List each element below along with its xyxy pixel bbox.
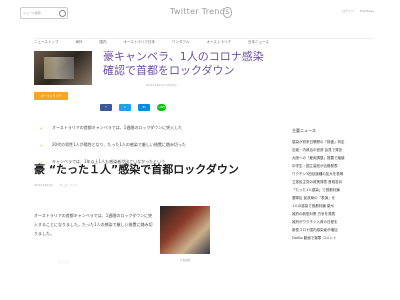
article-image[interactable] xyxy=(160,206,210,254)
search-input[interactable]: ニュース検索 xyxy=(20,7,68,19)
nav-item[interactable]: ワンダフル xyxy=(172,37,190,47)
sidebar-news-item[interactable]: 立憲民主党の政策発表 首相答弁 xyxy=(292,178,378,186)
key-point: ✔ オーストラリアの首都キャンベラでは、1週間のロックダウンに突入した xyxy=(40,124,280,141)
sidebar-news-item[interactable]: 政府の新型対策 方針を発表 xyxy=(292,210,378,218)
search-icon[interactable] xyxy=(59,10,66,17)
hatena-share-button[interactable]: B! xyxy=(138,104,151,111)
nav-item[interactable]: オーストラリア xyxy=(207,37,231,47)
key-point-text: 20代の男性1人が陽性となり、たった1人の感染で厳しい措置に踏み切った xyxy=(52,142,186,147)
twitter-share-button[interactable]: t xyxy=(119,104,132,111)
sidebar-news-item[interactable]: 中学生・国立高校が合格発表 xyxy=(292,162,378,170)
publish-time: 2021年8月12日 17時05分 xyxy=(146,84,177,87)
sidebar-top-news: 主要ニュース 感染が初来日閣僚の「検査」判定 石破・内政治の官邸 会見で発言 大… xyxy=(292,128,378,242)
nav-item[interactable]: 日本ニュース xyxy=(248,37,269,47)
sidebar-news-item[interactable]: DaiGo 動画で謝罪 コメント xyxy=(292,234,378,242)
sidebar-news-item[interactable]: 1人の感染で首都封鎖 豪州 xyxy=(292,202,378,210)
facebook-share-button[interactable]: f xyxy=(100,104,112,111)
nav-item[interactable]: 国内 xyxy=(100,37,107,47)
check-icon: ✔ xyxy=(40,143,44,148)
nav-item[interactable]: オーストラリア日本 xyxy=(124,37,155,47)
article-source[interactable]: オーストラリア xyxy=(59,184,76,187)
category-bar: オーストラリア xyxy=(34,92,274,100)
sidebar-news-item[interactable]: ワクチン3回目接種の拡大を表明 xyxy=(292,170,378,178)
category-badge[interactable]: オーストラリア xyxy=(34,92,68,100)
nav-item[interactable]: ニューストップ xyxy=(34,37,58,47)
sidebar-news-item[interactable]: 選挙区 民放局の「表演」を xyxy=(292,194,378,202)
hero-article: 豪キャンベラ、1人のコロナ感染確認で首都をロックダウン 2021年8月12日 1… xyxy=(34,50,274,89)
register-link[interactable]: Fieldbase xyxy=(360,9,374,13)
article-body: オーストラリアの首都キャンベラでは、1週間のロックダウンに突入することになりまし… xyxy=(34,213,153,236)
header-actions: ログイン Fieldbase xyxy=(337,9,374,13)
check-icon: ✔ xyxy=(40,126,44,131)
category-nav: ニューストップ 海外 国内 オーストラリア日本 ワンダフル オーストラリア 日本… xyxy=(34,28,374,44)
sidebar-title: 主要ニュース xyxy=(292,128,316,133)
share-buttons: f t B! LINE xyxy=(100,104,168,112)
line-share-button[interactable]: LINE xyxy=(157,104,167,111)
site-logo[interactable]: Twitter Trends xyxy=(170,6,232,18)
pagination-dots[interactable]: ○○○ xyxy=(58,259,71,264)
sidebar-news-item[interactable]: 大阪への「雇用調整」措置で議論 xyxy=(292,154,378,162)
logo-mascot-icon xyxy=(223,7,232,18)
article-heading: 豪 “たった１人”感染で首都ロックダウン xyxy=(34,163,239,176)
search-placeholder: ニュース検索 xyxy=(23,11,41,15)
page-title: 豪キャンベラ、1人のコロナ感染確認で首都をロックダウン xyxy=(103,50,264,77)
logo-text: Twitter Trends xyxy=(170,7,230,16)
nav-item[interactable]: 海外 xyxy=(75,37,82,47)
key-point-text: オーストラリアの首都キャンベラでは、1週間のロックダウンに突入した xyxy=(52,125,183,130)
site-header: ニュース検索 Twitter Trends ログイン Fieldbase xyxy=(0,0,400,26)
sidebar-news-item[interactable]: 政府がワクチン入荷の日程を xyxy=(292,218,378,226)
article-meta: 2021年8月12日 オーストラリア xyxy=(34,183,83,187)
hero-image xyxy=(34,51,92,85)
sidebar-news-item[interactable]: 感染が初来日閣僚の「検査」判定 xyxy=(292,138,378,146)
login-link[interactable]: ログイン xyxy=(342,9,354,13)
key-point: ✔ 20代の男性1人が陽性となり、たった1人の感染で厳しい措置に踏み切った xyxy=(40,141,280,158)
article-date: 2021年8月12日 xyxy=(34,184,53,187)
sidebar-news-item[interactable]: 新型コロナ国内感染者が増加 xyxy=(292,226,378,234)
sidebar-news-item[interactable]: 「たった1人感染」で首都封鎖 xyxy=(292,186,378,194)
sidebar-news-item[interactable]: 石破・内政治の官邸 会見で発言 xyxy=(292,146,378,154)
image-caption: 写真提供 xyxy=(180,259,191,262)
